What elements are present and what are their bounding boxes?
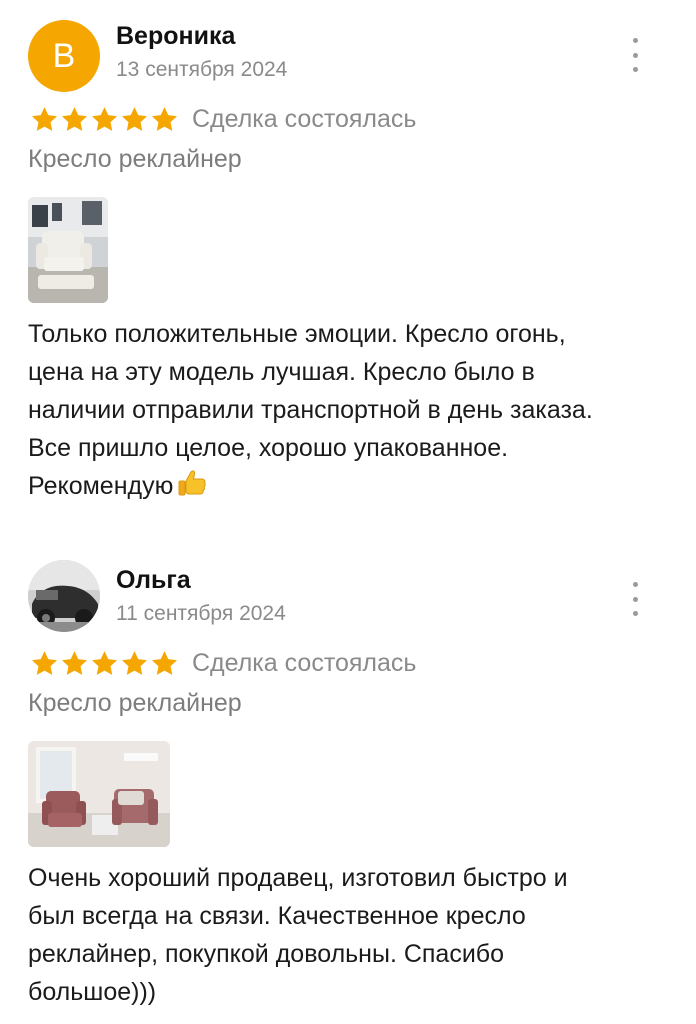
avatar-letter: В — [52, 36, 76, 75]
review-text-line: Только положительные эмоции. Кресло огон… — [28, 320, 566, 348]
review-text: Только положительные эмоции. Кресло огон… — [28, 315, 673, 505]
rating-row: Сделка состоялась — [30, 649, 416, 678]
rating-row: Сделка состоялась — [30, 105, 416, 134]
more-dot-icon — [632, 67, 638, 72]
star-icon — [92, 651, 117, 675]
review-text-line: реклайнер, покупкой довольны. Спасибо — [28, 940, 505, 968]
avatar-photo — [28, 560, 100, 632]
review-date: 13 сентября 2024 — [116, 58, 288, 81]
star-icon — [122, 651, 147, 675]
more-dot-icon — [632, 38, 638, 43]
review-text-line: был всегда на связи. Качественное кресло — [28, 902, 526, 930]
more-dot-icon — [632, 611, 638, 616]
living-room-photo — [28, 741, 170, 847]
thumbs-up-icon — [178, 470, 207, 496]
review-photo[interactable] — [28, 741, 170, 847]
review-text-line: большое))) — [28, 978, 157, 1006]
review-text-line: Рекомендую — [28, 472, 174, 500]
avatar[interactable]: В — [28, 20, 100, 92]
review-text-line: Очень хороший продавец, изготовил быстро… — [28, 864, 568, 892]
avatar[interactable] — [28, 560, 100, 632]
review-text-line: наличии отправили транспортной в день за… — [28, 396, 593, 424]
star-icon — [32, 651, 57, 675]
star-icon — [62, 651, 87, 675]
star-icon — [152, 107, 177, 131]
deal-status: Сделка состоялась — [192, 649, 417, 677]
more-dot-icon — [632, 52, 638, 58]
more-options-button[interactable] — [624, 582, 646, 616]
recliner-photo — [28, 197, 108, 303]
review-photo[interactable] — [28, 197, 108, 303]
author-name[interactable]: Вероника — [116, 22, 235, 51]
star-icon — [62, 107, 87, 131]
review-text: Очень хороший продавец, изготовил быстро… — [28, 859, 673, 1011]
more-options-button[interactable] — [624, 38, 646, 72]
review-date: 11 сентября 2024 — [116, 602, 286, 625]
star-icon — [152, 651, 177, 675]
star-icon — [122, 107, 147, 131]
review-text-line: цена на эту модель лучшая. Кресло было в — [28, 358, 535, 386]
product-name: Кресло реклайнер — [28, 145, 242, 173]
review-text-line: Все пришло целое, хорошо упакованное. — [28, 434, 509, 462]
deal-status: Сделка состоялась — [192, 105, 417, 133]
star-icon — [32, 107, 57, 131]
star-icon — [92, 107, 117, 131]
more-dot-icon — [632, 596, 638, 602]
product-name: Кресло реклайнер — [28, 689, 242, 717]
more-dot-icon — [632, 582, 638, 587]
author-name[interactable]: Ольга — [116, 566, 191, 595]
